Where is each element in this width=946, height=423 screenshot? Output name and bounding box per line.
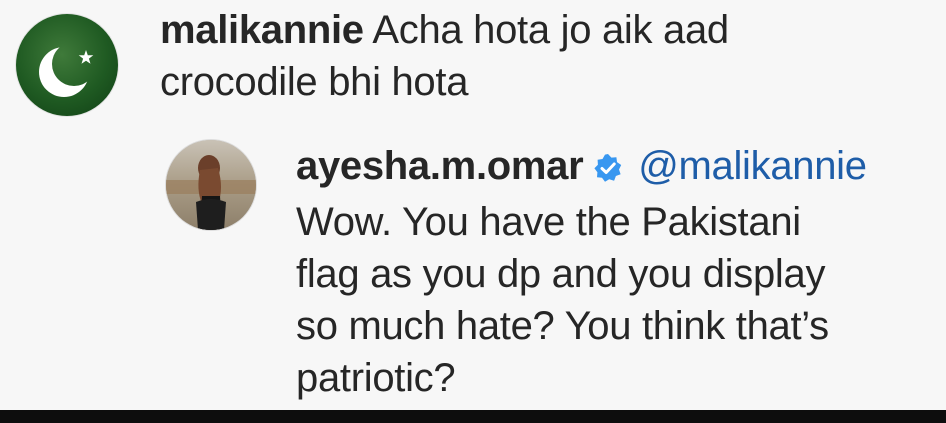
comment-username[interactable]: malikannie [160, 8, 364, 52]
reply-text-line: Wow. You have the Pakistani [296, 200, 801, 244]
reply-body: ayesha.m.omar @malikannie Wow. You have … [296, 140, 936, 404]
bottom-border [0, 410, 946, 423]
comment-text: Acha hota jo aik aad [372, 8, 729, 52]
verified-badge-icon [593, 144, 623, 196]
reply-mention-link[interactable]: @malikannie [638, 144, 867, 188]
reply-text-line: flag as you dp and you display [296, 252, 826, 296]
reply-text-line: so much hate? You think that’s [296, 304, 829, 348]
profile-photo-image [166, 140, 256, 230]
profile-photo-avatar[interactable] [166, 140, 256, 230]
comment-body: malikannie Acha hota jo aik aad crocodil… [160, 4, 860, 108]
pakistan-flag-avatar[interactable] [16, 14, 118, 116]
comment-text-continued: crocodile bhi hota [160, 60, 469, 104]
reply-text-line: patriotic? [296, 356, 456, 400]
reply-username[interactable]: ayesha.m.omar [296, 144, 584, 188]
comment-thread: malikannie Acha hota jo aik aad crocodil… [0, 0, 946, 410]
crescent-star-icon [16, 14, 118, 116]
